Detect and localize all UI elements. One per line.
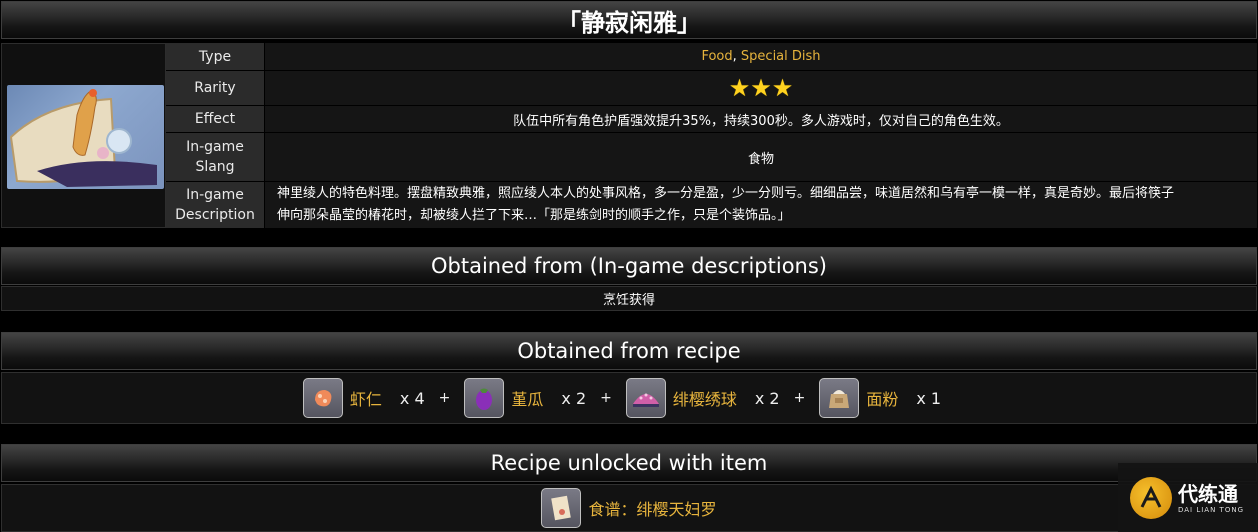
type-row: Type Food, Special Dish [166, 43, 1257, 71]
effect-label: Effect [166, 106, 265, 132]
info-rows: Type Food, Special Dish Rarity ★ ★ ★ Effec… [166, 43, 1257, 228]
sakura-bloom-icon[interactable] [625, 378, 666, 418]
slang-label: In-game Slang [166, 133, 265, 181]
description-label: In-game Description [166, 182, 265, 228]
description-value: 神里绫人的特色料理。摆盘精致典雅，照应绫人本人的处事风格，多一分是盈，少一分则亏… [265, 182, 1257, 228]
slang-label-line1: In-game [186, 139, 244, 155]
ingredient-name[interactable]: 堇瓜 [511, 386, 543, 410]
slang-value: 食物 [265, 133, 1257, 181]
description-line2: 伸向那朵晶莹的椿花时，却被绫人拦了下来…「那是练剑时的顺手之作，只是个装饰品。」 [277, 208, 791, 223]
type-value: Food, Special Dish [265, 43, 1257, 70]
recipe-item-link[interactable]: 食谱：绯樱天妇罗 [588, 496, 716, 520]
recipe-unlock-panel: 食谱：绯樱天妇罗 [1, 484, 1257, 532]
rarity-stars: ★ ★ ★ [265, 71, 1257, 105]
obtained-from-value: 烹饪获得 [602, 293, 655, 308]
description-label-line2: Description [175, 207, 255, 223]
recipe-panel: 虾仁 x 4 + 堇瓜 x 2 + 绯樱绣球 x 2 + 面粉 x 1 [1, 372, 1257, 424]
unlock-item-row: 食谱：绯樱天妇罗 [2, 485, 1256, 531]
type-label: Type [166, 43, 265, 70]
recipe-scroll-icon[interactable] [541, 488, 582, 528]
effect-row: Effect 队伍中所有角色护盾强效提升35%，持续300秒。多人游戏时，仅对自… [166, 106, 1257, 133]
description-line1: 神里绫人的特色料理。摆盘精致典雅，照应绫人本人的处事风格，多一分是盈，少一分则亏… [277, 186, 1175, 201]
ingredient-name[interactable]: 绯樱绣球 [673, 386, 737, 410]
type-food-link[interactable]: Food [701, 49, 732, 64]
recipe-heading: Obtained from recipe [517, 339, 741, 363]
ingredient-quantity: x 2 [754, 388, 780, 408]
ingredient-quantity: x 2 [561, 388, 587, 408]
logo-sub-text: DAI LIAN TONG [1178, 505, 1245, 514]
rarity-row: Rarity ★ ★ ★ [166, 71, 1257, 106]
logo-text: 代练通 DAI LIAN TONG [1178, 482, 1244, 514]
type-separator: , [732, 49, 737, 64]
ingredient-quantity: x 1 [916, 388, 942, 408]
ingredient-name[interactable]: 虾仁 [350, 386, 382, 410]
plus-sign: + [438, 390, 451, 406]
page-title-bar: 「静寂闲雅」 [1, 1, 1257, 39]
plus-sign: + [600, 390, 612, 406]
item-image-cell [1, 43, 166, 228]
description-label-line1: In-game [186, 187, 244, 203]
obtained-from-header: Obtained from (In-game descriptions) [1, 247, 1257, 285]
star-icon: ★ [750, 74, 772, 102]
eggplant-icon[interactable] [464, 378, 505, 418]
page-title: 「静寂闲雅」 [557, 8, 701, 37]
ingredient-list: 虾仁 x 4 + 堇瓜 x 2 + 绯樱绣球 x 2 + 面粉 x 1 [2, 373, 1256, 423]
watermark-logo: 代练通 DAI LIAN TONG [1118, 463, 1258, 532]
rarity-label: Rarity [166, 71, 265, 105]
item-info-table: Type Food, Special Dish Rarity ★ ★ ★ Effec… [1, 43, 1257, 228]
logo-emblem-icon [1130, 476, 1172, 519]
ingredient-quantity: x 4 [399, 388, 425, 408]
tempura-dish-image [7, 85, 164, 189]
shrimp-icon[interactable] [302, 378, 343, 418]
star-icon: ★ [771, 74, 794, 102]
recipe-unlock-heading: Recipe unlocked with item [490, 451, 768, 475]
obtained-from-heading: Obtained from (In-game descriptions) [431, 254, 827, 278]
obtained-from-panel: 烹饪获得 [1, 286, 1257, 311]
star-icon: ★ [728, 74, 751, 102]
slang-row: In-game Slang 食物 [166, 133, 1257, 182]
flour-sack-icon[interactable] [819, 378, 860, 418]
recipe-header: Obtained from recipe [1, 332, 1257, 370]
recipe-unlock-header: Recipe unlocked with item [1, 444, 1257, 482]
ingredient-name[interactable]: 面粉 [866, 386, 898, 410]
description-row: In-game Description 神里绫人的特色料理。摆盘精致典雅，照应绫人… [166, 182, 1257, 228]
plus-sign: + [793, 390, 806, 406]
effect-value: 队伍中所有角色护盾强效提升35%，持续300秒。多人游戏时，仅对自己的角色生效。 [265, 106, 1257, 132]
logo-main-text: 代练通 [1178, 481, 1238, 506]
slang-label-line2: Slang [195, 159, 235, 175]
type-special-dish-link[interactable]: Special Dish [741, 49, 821, 64]
